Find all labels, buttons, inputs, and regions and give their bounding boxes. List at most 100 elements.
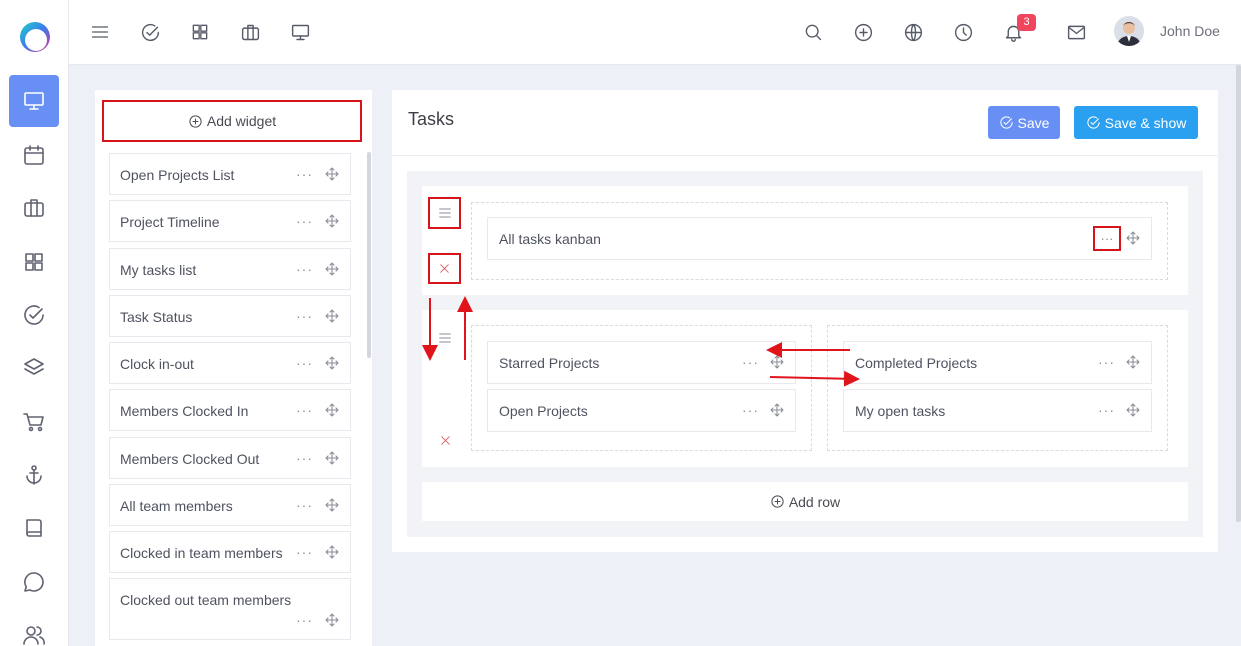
widget-list-item[interactable]: Project Timeline ··· (109, 200, 351, 242)
move-icon[interactable] (324, 213, 340, 229)
plus-circle-icon[interactable] (851, 20, 875, 44)
move-icon[interactable] (324, 308, 340, 324)
save-button[interactable]: Save (988, 106, 1060, 139)
row-delete-button[interactable] (428, 253, 461, 284)
sidebar-item-store[interactable] (9, 396, 59, 448)
more-icon: ··· (1100, 231, 1114, 246)
widget-list-item[interactable]: My tasks list ··· (109, 248, 351, 290)
more-icon[interactable]: ··· (296, 261, 313, 277)
check-circle-icon (24, 305, 44, 325)
sidebar-item-notes[interactable] (9, 502, 59, 554)
move-icon[interactable] (324, 544, 340, 560)
more-icon[interactable]: ··· (296, 355, 313, 371)
row-drag-handle[interactable] (436, 329, 454, 347)
more-icon[interactable]: ··· (1098, 402, 1115, 418)
move-icon[interactable] (324, 166, 340, 182)
sidebar-item-apps[interactable] (9, 236, 59, 288)
user-name[interactable]: John Doe (1160, 23, 1220, 39)
sidebar-item-team[interactable] (9, 609, 59, 646)
chat-icon (24, 572, 44, 592)
app-logo[interactable] (19, 21, 51, 53)
sidebar-item-tasks[interactable] (9, 289, 59, 341)
more-icon[interactable]: ··· (296, 612, 313, 628)
sidebar-item-messages[interactable] (9, 556, 59, 608)
widget-list-item[interactable]: Clocked out team members ··· (109, 578, 351, 640)
grid-icon[interactable] (188, 20, 212, 44)
globe-icon[interactable] (901, 20, 925, 44)
move-icon[interactable] (769, 354, 785, 370)
users-icon (23, 626, 45, 645)
add-row-button[interactable]: Add row (422, 482, 1188, 521)
monitor-icon[interactable] (288, 20, 312, 44)
more-icon[interactable]: ··· (296, 544, 313, 560)
briefcase-icon[interactable] (238, 20, 262, 44)
move-icon[interactable] (324, 497, 340, 513)
move-icon[interactable] (769, 402, 785, 418)
more-icon[interactable]: ··· (296, 213, 313, 229)
more-icon[interactable]: ··· (296, 497, 313, 513)
widget-list-item[interactable]: Clocked in team members ··· (109, 531, 351, 573)
search-icon[interactable] (801, 20, 825, 44)
widget-list-item-label: Clocked in team members (120, 545, 283, 561)
calendar-icon (24, 145, 44, 165)
check-circle-icon (999, 115, 1014, 130)
close-icon (438, 262, 451, 275)
divider (392, 155, 1218, 156)
column-widget[interactable]: Open Projects ··· (487, 389, 796, 432)
plus-circle-icon (188, 114, 203, 129)
widget-list-item-label: All team members (120, 498, 233, 514)
more-icon[interactable]: ··· (296, 166, 313, 182)
widget-list-item[interactable]: All team members ··· (109, 484, 351, 526)
more-icon[interactable]: ··· (296, 308, 313, 324)
anchor-icon (26, 465, 42, 485)
widget-list-item[interactable]: Task Status ··· (109, 295, 351, 337)
widget-list-item[interactable]: Open Projects List ··· (109, 153, 351, 195)
check-circle-icon[interactable] (138, 20, 162, 44)
page-title: Tasks (408, 109, 455, 129)
check-circle-icon (1086, 115, 1101, 130)
widget-list-item[interactable]: Members Clocked In ··· (109, 389, 351, 431)
mail-icon[interactable] (1064, 20, 1088, 44)
more-icon[interactable]: ··· (742, 354, 759, 370)
more-icon[interactable]: ··· (1098, 354, 1115, 370)
sidebar-item-projects[interactable] (9, 182, 59, 234)
save-and-show-button[interactable]: Save & show (1074, 106, 1198, 139)
sidebar-item-events[interactable] (9, 129, 59, 181)
drag-handle-icon (437, 205, 453, 221)
more-icon[interactable]: ··· (296, 402, 313, 418)
book-icon (26, 519, 42, 537)
column-widget[interactable]: My open tasks ··· (843, 389, 1152, 432)
sidebar-item-dashboard[interactable] (9, 75, 59, 127)
more-icon[interactable]: ··· (296, 450, 313, 466)
move-icon[interactable] (324, 355, 340, 371)
widget-list-item[interactable]: Clock in-out ··· (109, 342, 351, 384)
move-icon[interactable] (1125, 354, 1141, 370)
clock-icon[interactable] (951, 20, 975, 44)
menu-icon[interactable] (88, 20, 112, 44)
column-widget[interactable]: All tasks kanban (487, 217, 1152, 260)
widget-label: My open tasks (855, 403, 946, 419)
move-icon[interactable] (324, 402, 340, 418)
row-drag-handle[interactable] (428, 197, 461, 229)
widget-list-item-label: Clock in-out (120, 356, 194, 372)
sidebar-item-layers[interactable] (9, 342, 59, 394)
widget-list-item[interactable]: Members Clocked Out ··· (109, 437, 351, 479)
column-widget[interactable]: Completed Projects ··· (843, 341, 1152, 384)
row-delete-button[interactable] (437, 432, 453, 448)
sidebar-item-anchor[interactable] (9, 449, 59, 501)
page-scrollbar[interactable] (1236, 65, 1241, 522)
move-icon[interactable] (1125, 230, 1141, 246)
briefcase-icon (24, 199, 44, 217)
column-widget[interactable]: Starred Projects ··· (487, 341, 796, 384)
notification-badge: 3 (1017, 14, 1036, 31)
move-icon[interactable] (324, 450, 340, 466)
move-icon[interactable] (324, 261, 340, 277)
widget-options-button[interactable]: ··· (1093, 226, 1121, 251)
move-icon[interactable] (1125, 402, 1141, 418)
avatar[interactable] (1114, 16, 1144, 46)
widget-label: Starred Projects (499, 355, 600, 371)
widget-list-scrollbar[interactable] (367, 152, 371, 358)
move-icon[interactable] (324, 612, 340, 628)
more-icon[interactable]: ··· (742, 402, 759, 418)
add-widget-button[interactable]: Add widget (102, 100, 362, 142)
